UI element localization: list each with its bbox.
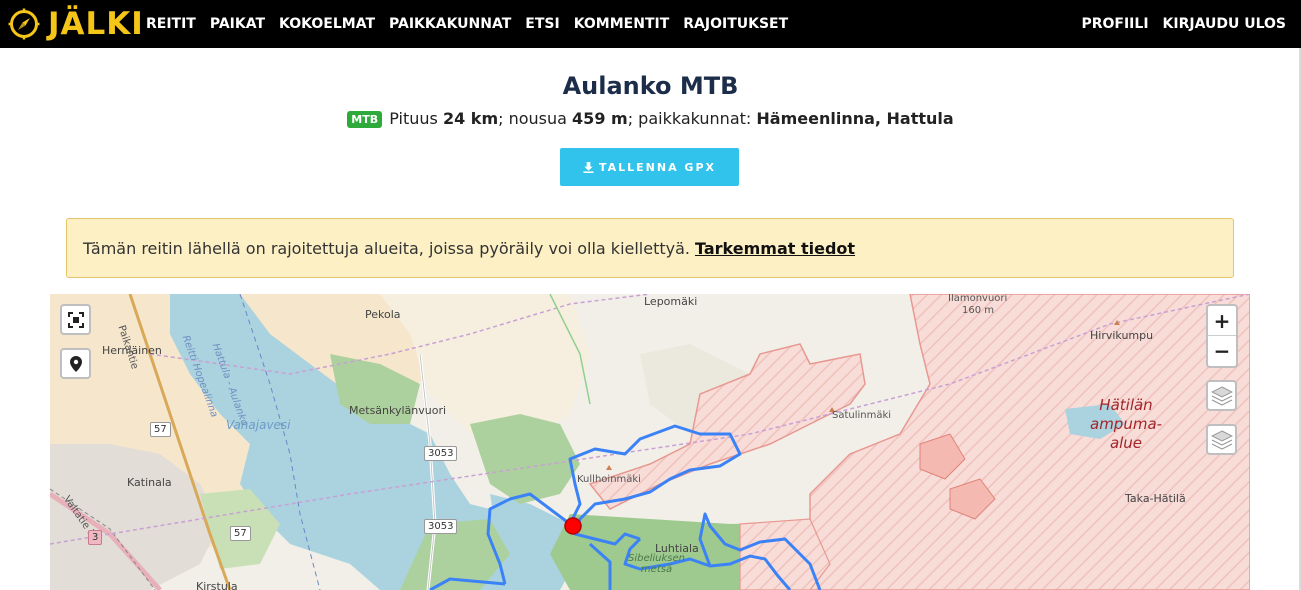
nav-link-paikat[interactable]: PAIKAT bbox=[210, 16, 265, 32]
download-icon bbox=[583, 161, 594, 173]
route-type-badge: MTB bbox=[347, 111, 383, 128]
restriction-warning-text: Tämän reitin lähellä on rajoitettuja alu… bbox=[83, 238, 690, 258]
nav-link-kommentit[interactable]: KOMMENTIT bbox=[574, 16, 670, 32]
map-label-area-line-2: ampuma- bbox=[1090, 415, 1163, 433]
map-label-sibeliuksen-metsa: Sibeliuksen metsä bbox=[628, 553, 685, 575]
save-gpx-label: TALLENNA GPX bbox=[598, 160, 717, 174]
route-title: Aulanko MTB bbox=[562, 72, 739, 100]
places-value: Hämeenlinna, Hattula bbox=[756, 109, 954, 128]
map-label-ilamonvuori: Ilamonvuori bbox=[948, 294, 1008, 304]
location-pin-icon bbox=[69, 355, 82, 372]
ascent-label: ; nousua bbox=[498, 109, 567, 128]
nav-link-reitit[interactable]: REITIT bbox=[146, 16, 196, 32]
map-label-metsankylanvuori: Metsänkylänvuori bbox=[349, 404, 447, 417]
nav-link-etsi[interactable]: ETSI bbox=[525, 16, 559, 32]
length-value: 24 km bbox=[442, 109, 499, 128]
nav-link-kokoelmat[interactable]: KOKOELMAT bbox=[279, 16, 375, 32]
zoom-out-button[interactable]: − bbox=[1208, 336, 1236, 366]
nav-user-menu: PROFIILI KIRJAUDU ULOS bbox=[1081, 0, 1286, 48]
map-label-forest-line-1: Sibeliuksen bbox=[628, 553, 686, 564]
length-label: Pituus bbox=[389, 109, 438, 128]
nav-main-menu: REITIT PAIKAT KOKOELMAT PAIKKAKUNNAT ETS… bbox=[146, 0, 802, 48]
map-label-pekola: Pekola bbox=[365, 308, 401, 321]
map-label-lepomaki: Lepomäki bbox=[644, 295, 698, 308]
nav-link-profiili[interactable]: PROFIILI bbox=[1081, 16, 1148, 32]
layers-icon bbox=[1210, 385, 1233, 406]
restriction-warning: Tämän reitin lähellä on rajoitettuja alu… bbox=[66, 218, 1234, 278]
road-shield: 3053 bbox=[424, 446, 458, 461]
map-label-area-line-1: Hätilän bbox=[1099, 396, 1153, 414]
nav-link-paikkakunnat[interactable]: PAIKKAKUNNAT bbox=[389, 16, 511, 32]
map-tiles[interactable] bbox=[50, 294, 1250, 590]
map-label-kullhoinmaki: Kullhoinmäki bbox=[577, 474, 641, 485]
nav-link-logout[interactable]: KIRJAUDU ULOS bbox=[1163, 16, 1286, 32]
layers-icon bbox=[1210, 429, 1233, 450]
layers-button[interactable] bbox=[1206, 380, 1237, 411]
fullscreen-button[interactable] bbox=[60, 304, 91, 335]
road-shield: 3053 bbox=[424, 519, 458, 534]
nav-link-rajoitukset[interactable]: RAJOITUKSET bbox=[683, 16, 788, 32]
map-label-katinala: Katinala bbox=[127, 476, 172, 489]
road-shield: 57 bbox=[150, 422, 171, 437]
map-label-taka-hatila: Taka-Hätilä bbox=[1125, 492, 1186, 505]
fullscreen-icon bbox=[67, 311, 84, 328]
top-navbar: JÄLKI REITIT PAIKAT KOKOELMAT PAIKKAKUNN… bbox=[0, 0, 1301, 48]
overlay-layers-button[interactable] bbox=[1206, 424, 1237, 455]
brand-name: JÄLKI bbox=[48, 6, 144, 42]
brand-logo-link[interactable]: JÄLKI bbox=[8, 6, 144, 42]
zoom-in-button[interactable]: + bbox=[1208, 306, 1236, 336]
road-shield: 3 bbox=[88, 530, 103, 545]
map-label-hatilan-ampuma-alue: Hätilän ampuma- alue bbox=[1090, 396, 1162, 453]
road-shield: 57 bbox=[230, 526, 251, 541]
places-label: ; paikkakunnat: bbox=[627, 109, 752, 128]
zoom-control: + − bbox=[1206, 304, 1238, 368]
locate-button[interactable] bbox=[60, 348, 91, 379]
map-label-satulinmaki: Satulinmäki bbox=[832, 410, 892, 421]
map-label-vanajavesi: Vanajavesi bbox=[226, 418, 291, 432]
map-label-kirstula: Kirstula bbox=[196, 580, 238, 590]
route-map[interactable]: Lepomäki Ilamonvuori 160 m Hirvikumpu Pe… bbox=[50, 294, 1250, 590]
ascent-value: 459 m bbox=[572, 109, 628, 128]
map-label-ilamonvuori-elev: 160 m bbox=[962, 305, 995, 316]
map-label-forest-line-2: metsä bbox=[640, 564, 673, 575]
map-label-area-line-3: alue bbox=[1109, 434, 1143, 452]
restriction-details-link[interactable]: Tarkemmat tiedot bbox=[695, 239, 855, 258]
route-summary: MTB Pituus 24 km; nousua 459 m; paikkaku… bbox=[0, 109, 1301, 128]
compass-icon bbox=[8, 8, 40, 40]
map-label-hirvikumpu: Hirvikumpu bbox=[1090, 329, 1154, 342]
save-gpx-button[interactable]: TALLENNA GPX bbox=[560, 148, 739, 186]
